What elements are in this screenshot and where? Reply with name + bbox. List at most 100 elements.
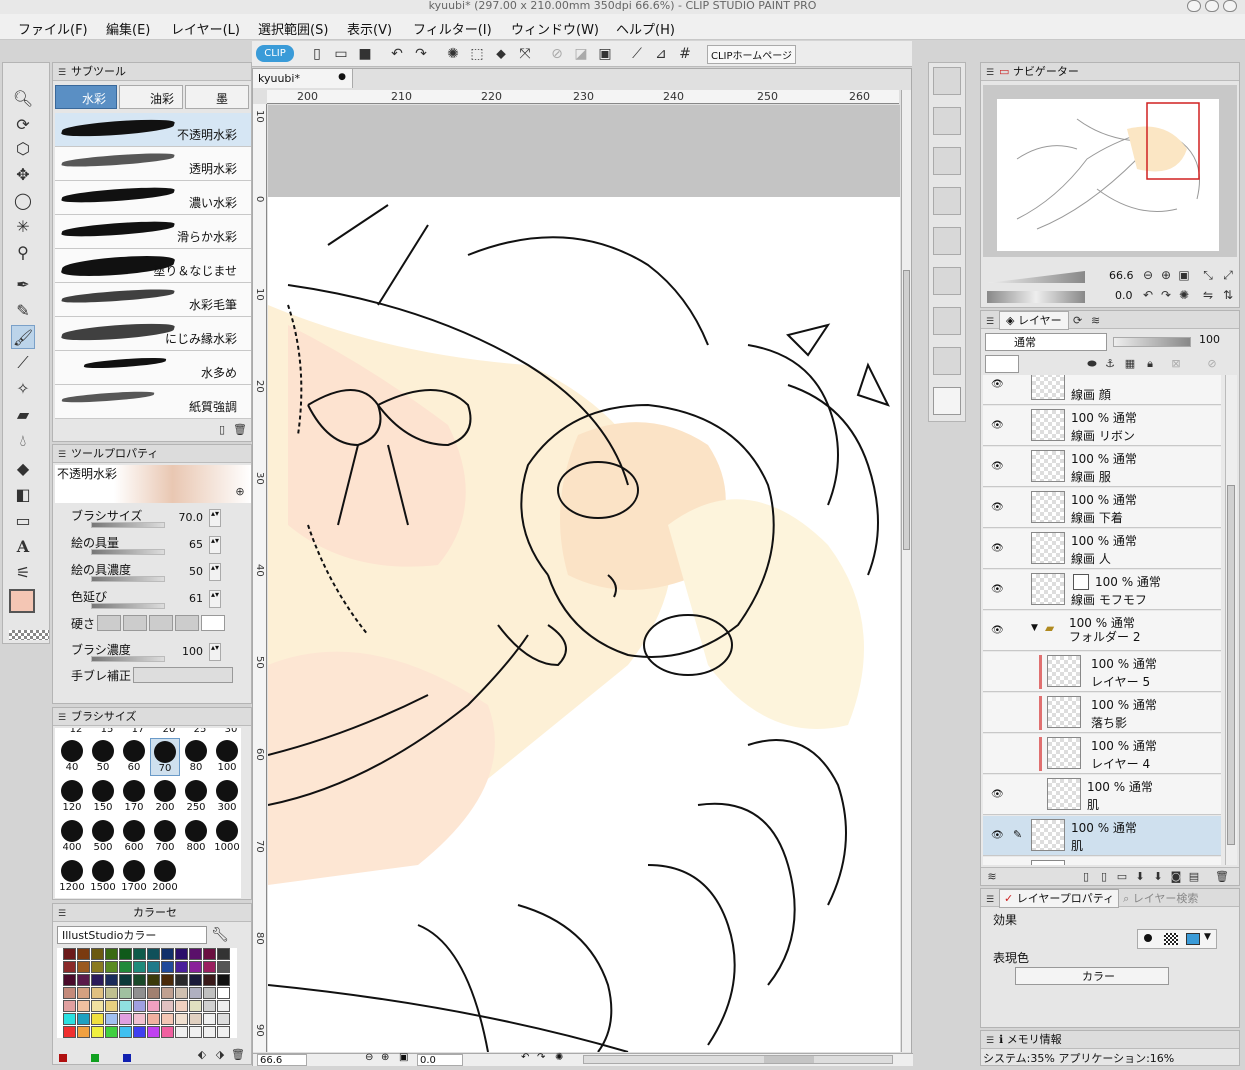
sub-tool-item[interactable]: 紙質強調 [55, 385, 251, 419]
text-tool-icon[interactable]: A [11, 535, 35, 559]
material-icon[interactable] [933, 187, 961, 215]
open-folder-icon[interactable]: ▭ [332, 45, 350, 63]
panel-menu-icon[interactable]: ☰ [53, 709, 71, 727]
lock-alpha-icon[interactable]: ▦ [1121, 355, 1139, 373]
layer-row[interactable]: 👁︎ 100 % 通常 線画 下着 [983, 488, 1221, 528]
correct-line-tool-icon[interactable]: ⚟ [11, 561, 35, 585]
layer-row[interactable]: 👁︎ 100 % 通常 線画 モフモフ [983, 570, 1221, 610]
rotate-right-icon[interactable]: ↷ [1157, 286, 1175, 304]
visibility-icon[interactable]: 👁︎ [991, 584, 1004, 595]
flip-vertical-icon[interactable]: ⤢ [1219, 266, 1237, 284]
delete-sub-tool-icon[interactable]: 🗑︎ [231, 421, 249, 439]
replace-color-icon[interactable]: ⬗ [211, 1046, 229, 1064]
object-tool-icon[interactable]: ⬡ [11, 137, 35, 161]
panel-menu-icon[interactable]: ☰ [53, 446, 71, 464]
tab-oil[interactable]: 油彩 [119, 85, 183, 109]
snap-grid-icon[interactable]: # [676, 45, 694, 63]
tab-ink[interactable]: 墨 [185, 85, 249, 109]
sub-tool-item[interactable]: 滑らか水彩 [55, 215, 251, 249]
prop-brush-density[interactable]: ブラシ濃度 100 ▴▾ [55, 641, 235, 667]
deselect-icon[interactable]: ⊘ [548, 45, 566, 63]
panel-menu-icon[interactable]: ☰ [981, 64, 999, 82]
zoom-in-icon[interactable]: ⊕ [1157, 266, 1175, 284]
redo-icon[interactable]: ↷ [412, 45, 430, 63]
layer-row[interactable]: 100 % 通常 落ち影 [983, 693, 1221, 733]
brush-size-option[interactable]: 170 [119, 778, 149, 816]
rotate-left-icon[interactable]: ↶ [521, 1052, 529, 1063]
tab-watercolor[interactable]: 水彩 [55, 85, 117, 109]
flip-v-icon[interactable]: ⇅ [1219, 286, 1237, 304]
menu-help[interactable]: ヘルプ(H) [616, 19, 675, 38]
panel-menu-icon[interactable]: ☰ [981, 891, 999, 909]
transform-icon[interactable]: ⬚ [468, 45, 486, 63]
visibility-icon[interactable]: 👁︎ [991, 379, 1004, 390]
rotate-right-icon[interactable]: ↷ [537, 1052, 545, 1063]
reset-rotate-icon[interactable]: ✺ [1175, 286, 1193, 304]
material-icon[interactable] [933, 107, 961, 135]
gradient-tool-icon[interactable]: ◧ [11, 483, 35, 507]
flip-horizontal-icon[interactable]: ⤡ [1199, 266, 1217, 284]
material-icon[interactable] [933, 67, 961, 95]
blend-mode-select[interactable]: 通常 [985, 333, 1107, 351]
copy-sub-tool-icon[interactable]: ▯ [213, 421, 231, 439]
mask-enable-icon[interactable]: ⊠ [1167, 355, 1185, 373]
apply-mask-icon[interactable]: ▤ [1185, 868, 1203, 886]
visibility-icon[interactable]: 👁︎ [991, 461, 1004, 472]
color-swatch-green[interactable] [91, 1054, 99, 1062]
color-swatch-red[interactable] [59, 1054, 67, 1062]
new-folder-icon[interactable]: ▭ [1113, 868, 1131, 886]
menu-layer[interactable]: レイヤー(L) [171, 19, 240, 38]
border-effect-icon[interactable] [1144, 934, 1152, 942]
eyedropper-icon[interactable]: ⚲ [11, 241, 35, 265]
layer-scrollbar-thumb[interactable] [1227, 485, 1235, 845]
dropdown-icon[interactable]: ▼ [1204, 932, 1211, 942]
brush-size-option[interactable]: 400 [57, 818, 87, 856]
layer-row[interactable]: 👁︎ 100 % 通常 線画 人 [983, 529, 1221, 569]
brush-size-option[interactable]: 600 [119, 818, 149, 856]
vertical-scrollbar-thumb[interactable] [903, 270, 910, 550]
new-file-icon[interactable]: ▯ [308, 45, 326, 63]
brush-size-option[interactable]: 700 [150, 818, 180, 856]
close-button[interactable] [1223, 0, 1237, 12]
brush-size-option[interactable]: 70 [150, 738, 180, 776]
brush-size-option[interactable]: 150 [88, 778, 118, 816]
brush-size-option[interactable]: 1500 [88, 858, 118, 896]
magic-wand-icon[interactable]: ✳ [11, 215, 35, 239]
layer-row[interactable]: 👁︎用紙 [983, 857, 1221, 865]
rotate-left-icon[interactable]: ↶ [1139, 286, 1157, 304]
panel-menu-icon[interactable]: ☰ [981, 313, 999, 331]
brush-size-option[interactable]: 1700 [119, 858, 149, 896]
zoom-out-icon[interactable]: ⊖ [365, 1052, 373, 1063]
prop-brush-size[interactable]: ブラシサイズ 70.0 ▴▾ [55, 507, 235, 533]
brush-size-option[interactable]: 250 [181, 778, 211, 816]
sub-tool-item[interactable]: 濃い水彩 [55, 181, 251, 215]
color-swatch-blue[interactable] [123, 1054, 131, 1062]
invert-selection-icon[interactable]: ◪ [572, 45, 590, 63]
tab-kyuubi[interactable]: kyuubi* ● [253, 69, 353, 88]
main-color-swatch[interactable] [9, 589, 35, 613]
clip-logo-button[interactable]: CLIP [256, 45, 294, 62]
brush-size-option[interactable]: 2000 [150, 858, 180, 896]
transfer-down-icon[interactable]: ⬇ [1131, 868, 1149, 886]
brush-size-option[interactable]: 50 [88, 738, 118, 776]
sub-tool-item[interactable]: 水多め [55, 351, 251, 385]
layer-folder-row[interactable]: 👁︎ ▼ ▰ 100 % 通常 フォルダー 2 [983, 611, 1221, 651]
minimize-button[interactable] [1187, 0, 1201, 12]
color-swatch-grid[interactable] [57, 948, 237, 1038]
blend-tool-icon[interactable]: 💧︎ [11, 429, 35, 453]
color-set-select[interactable]: IllustStudioカラー [57, 926, 207, 944]
prop-color-stretch[interactable]: 色延び 61 ▴▾ [55, 588, 235, 614]
pen-tool-icon[interactable]: ✒ [11, 273, 35, 297]
prop-paint-density[interactable]: 絵の具濃度 50 ▴▾ [55, 561, 235, 587]
undo-icon[interactable]: ↶ [388, 45, 406, 63]
layer-row-selected[interactable]: 👁︎ ✎ 100 % 通常肌 [983, 816, 1221, 856]
expression-color-select[interactable]: カラー [1015, 967, 1169, 985]
flip-h-icon[interactable]: ⇋ [1199, 286, 1217, 304]
pencil-tool-icon[interactable]: ✎ [11, 299, 35, 323]
menu-selection[interactable]: 選択範囲(S) [258, 19, 328, 38]
airbrush-tool-icon[interactable]: ⟋ [11, 351, 35, 375]
figure-tool-icon[interactable]: ▭ [11, 509, 35, 533]
layer-color-select[interactable] [985, 355, 1019, 373]
brush-size-option[interactable]: 40 [57, 738, 87, 776]
zoom-out-icon[interactable]: ⊖ [1139, 266, 1157, 284]
